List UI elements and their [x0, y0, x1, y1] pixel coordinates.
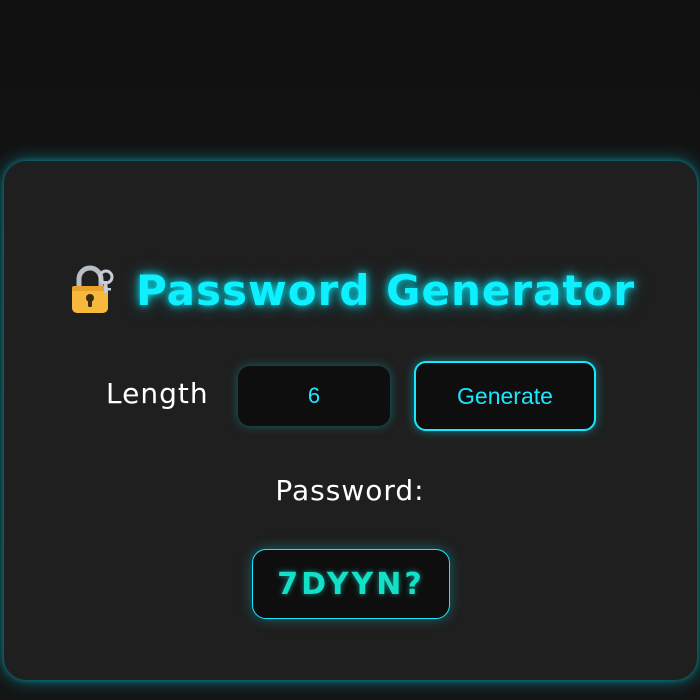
password-output[interactable]: 7DYYN? — [252, 549, 450, 619]
length-input[interactable] — [238, 366, 390, 426]
password-label: Password: — [275, 474, 425, 507]
page: Password Generator Length Generate Passw… — [0, 0, 700, 700]
page-title: Password Generator — [70, 262, 635, 318]
lock-with-key-icon — [70, 265, 116, 315]
title-text: Password Generator — [136, 265, 636, 315]
password-value: 7DYYN? — [277, 566, 425, 602]
generate-button[interactable]: Generate — [414, 361, 596, 431]
length-label: Length — [106, 377, 209, 410]
